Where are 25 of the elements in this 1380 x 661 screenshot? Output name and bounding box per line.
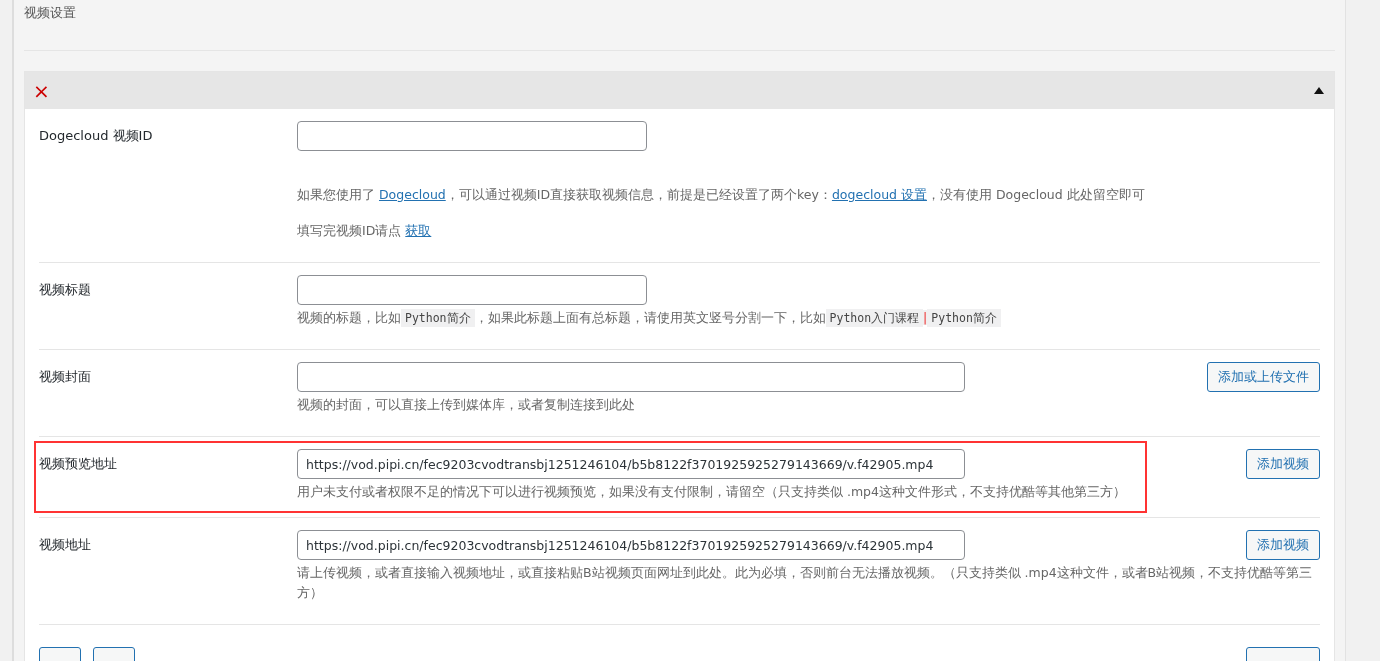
- field-description: 视频的标题，比如 Python简介 ，如果此标题上面有总标题，请使用英文竖号分割一下，比如 Python入门课程 | Python简介: [297, 308, 1320, 328]
- close-icon[interactable]: ×: [33, 80, 50, 101]
- link[interactable]: Dogecloud: [379, 187, 446, 202]
- collapse-triangle-icon[interactable]: [1314, 87, 1324, 94]
- field-description: 填写完视频ID请点 获取: [297, 222, 433, 240]
- link[interactable]: dogecloud 设置: [831, 187, 927, 202]
- field-description: 如果您使用了 Dogecloud，可以通过视频ID直接获取视频信息，前提是已经设置了两个key：dogecloud 设置，没有使用 Dogecloud 此处留空即可: [297, 186, 1146, 204]
- field-description: 用户未支付或者权限不足的情况下可以进行视频预览，如果没有支付限制，请留空（只支持类似 .mp4这种文件形式，不支持优酷等其他第三方）: [297, 483, 1127, 501]
- field-label: Dogecloud 视频ID: [39, 127, 154, 145]
- upload-button[interactable]: 添加或上传文件: [1207, 362, 1320, 392]
- field-label: 视频标题: [39, 281, 92, 299]
- input-field[interactable]: https://vod.pipi.cn/fec9203cvodtransbj1251246104/b5b8122f3701925925279143669/v.f42905.mp4: [297, 530, 965, 560]
- input-field[interactable]: [297, 121, 647, 151]
- input-field[interactable]: [297, 275, 647, 305]
- field-description: 视频的封面，可以直接上传到媒体库，或者复制连接到此处: [297, 396, 636, 414]
- upload-button[interactable]: 添加视频: [1246, 449, 1320, 479]
- field-label: 视频地址: [39, 536, 92, 554]
- field-label: 视频预览地址: [39, 455, 118, 473]
- upload-button[interactable]: 添加视频: [1246, 530, 1320, 560]
- link[interactable]: 获取: [405, 223, 432, 238]
- input-field[interactable]: https://vod.pipi.cn/fec9203cvodtransbj1251246104/b5b8122f3701925925279143669/v.f42905.mp4: [297, 449, 965, 479]
- section-title: 视频设置: [24, 0, 1335, 51]
- input-field[interactable]: [297, 362, 965, 392]
- field-label: 视频封面: [39, 368, 92, 386]
- field-description: 请上传视频，或者直接输入视频地址，或直接粘贴B站视频页面网址到此处。此为必填，否则前台无法播放视频。（只支持类似 .mp4这种文件，或者B站视频，不支持优酷等第三方）: [297, 564, 1314, 602]
